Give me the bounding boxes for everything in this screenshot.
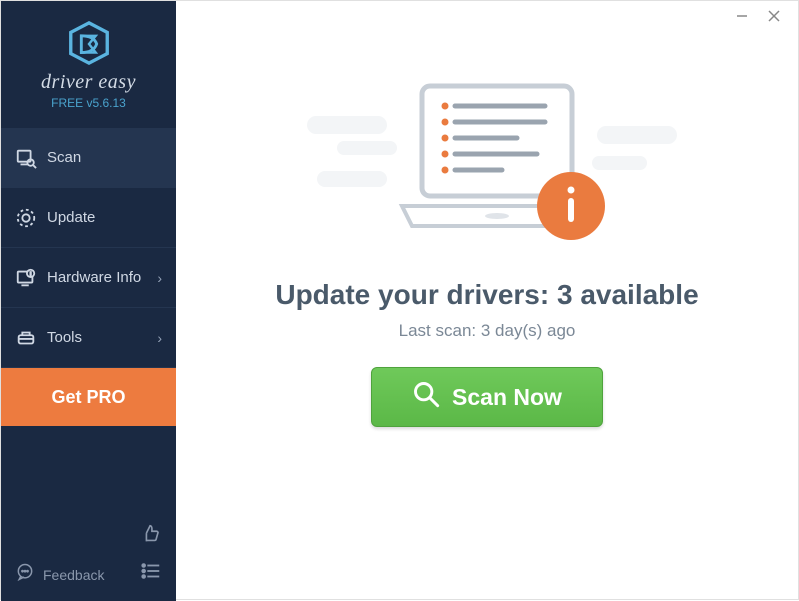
chevron-right-icon: ›	[157, 270, 162, 286]
thumbs-up-icon[interactable]	[140, 523, 162, 550]
sidebar-item-label: Scan	[47, 149, 162, 166]
last-scan-text: Last scan: 3 day(s) ago	[399, 321, 576, 341]
logo-area: driver easy FREE v5.6.13	[1, 1, 176, 118]
search-icon	[412, 380, 440, 414]
scan-icon	[15, 147, 37, 169]
main-content: Update your drivers: 3 available Last sc…	[176, 1, 798, 599]
sidebar-item-update[interactable]: Update	[1, 188, 176, 248]
hardware-info-icon: i	[15, 267, 37, 289]
sidebar: driver easy FREE v5.6.13 Scan Up	[1, 1, 176, 601]
close-button[interactable]	[764, 6, 784, 26]
svg-text:i: i	[30, 272, 31, 278]
sidebar-item-tools[interactable]: Tools ›	[1, 308, 176, 368]
main-headline: Update your drivers: 3 available	[275, 279, 698, 311]
update-icon	[15, 207, 37, 229]
sidebar-footer: Feedback	[1, 513, 176, 601]
scan-now-button[interactable]: Scan Now	[371, 367, 603, 427]
app-logo-icon	[65, 19, 113, 67]
version-text: FREE v5.6.13	[51, 96, 126, 110]
get-pro-button[interactable]: Get PRO	[1, 368, 176, 426]
chevron-right-icon: ›	[157, 330, 162, 346]
minimize-button[interactable]	[732, 6, 752, 26]
scan-now-label: Scan Now	[452, 384, 562, 411]
chat-icon	[15, 562, 35, 587]
sidebar-item-label: Tools	[47, 329, 157, 346]
sidebar-item-label: Hardware Info	[47, 269, 157, 286]
tools-icon	[15, 327, 37, 349]
nav-list: Scan Update i Hardware Info ›	[1, 128, 176, 426]
sidebar-item-hardware-info[interactable]: i Hardware Info ›	[1, 248, 176, 308]
brand-name: driver easy	[41, 71, 136, 94]
scan-illustration	[327, 76, 647, 261]
menu-list-icon[interactable]	[140, 560, 162, 587]
sidebar-item-scan[interactable]: Scan	[1, 128, 176, 188]
feedback-label: Feedback	[43, 567, 104, 583]
window-controls	[732, 1, 798, 31]
get-pro-label: Get PRO	[51, 387, 125, 408]
feedback-button[interactable]: Feedback	[15, 562, 104, 587]
sidebar-item-label: Update	[47, 209, 162, 226]
